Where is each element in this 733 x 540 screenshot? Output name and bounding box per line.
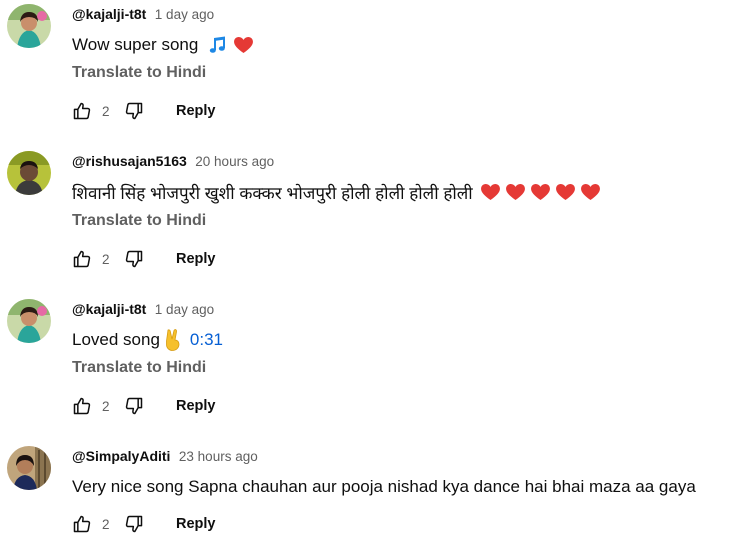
author-handle[interactable]: @SimpalyAditi xyxy=(72,448,170,464)
music-note-icon xyxy=(208,35,228,55)
like-count: 2 xyxy=(102,398,110,414)
reply-button[interactable]: Reply xyxy=(176,398,216,414)
comment-text: Very nice song Sapna chauhan aur pooja n… xyxy=(72,477,696,496)
translate-button[interactable]: Translate to Hindi xyxy=(72,212,206,230)
red-heart-icon xyxy=(505,183,525,201)
red-heart-icon xyxy=(480,183,500,201)
comment-header: @SimpalyAditi 23 hours ago xyxy=(72,448,258,466)
author-handle[interactable]: @rishusajan5163 xyxy=(72,153,187,169)
avatar[interactable] xyxy=(7,299,51,343)
translate-button[interactable]: Translate to Hindi xyxy=(72,64,206,82)
comment-text-row: Wow super song xyxy=(72,34,254,56)
red-heart-icon xyxy=(530,183,550,201)
comment-actions: 2 Reply xyxy=(72,512,216,536)
comment-time[interactable]: 23 hours ago xyxy=(179,449,258,464)
thumbs-down-icon[interactable] xyxy=(124,514,144,534)
comment-actions: 2 Reply xyxy=(72,247,216,271)
avatar[interactable] xyxy=(7,151,51,195)
thumbs-up-icon[interactable] xyxy=(72,101,92,121)
comment-text-row: Very nice song Sapna chauhan aur pooja n… xyxy=(72,476,696,498)
comment-time[interactable]: 1 day ago xyxy=(155,7,214,22)
red-heart-icon xyxy=(580,183,600,201)
comment-text: Wow super song xyxy=(72,35,199,54)
thumbs-down-icon[interactable] xyxy=(124,396,144,416)
victory-hand-icon xyxy=(164,329,182,351)
author-handle[interactable]: @kajalji-t8t xyxy=(72,301,146,317)
author-handle[interactable]: @kajalji-t8t xyxy=(72,6,146,22)
like-count: 2 xyxy=(102,251,110,267)
like-count: 2 xyxy=(102,516,110,532)
reply-button[interactable]: Reply xyxy=(176,516,216,532)
comment-actions: 2 Reply xyxy=(72,99,216,123)
comment-header: @kajalji-t8t 1 day ago xyxy=(72,301,214,319)
comment-time[interactable]: 1 day ago xyxy=(155,302,214,317)
like-count: 2 xyxy=(102,103,110,119)
comment-text: शिवानी सिंह भोजपुरी खुशी कक्कर भोजपुरी ह… xyxy=(72,183,473,203)
comment-time[interactable]: 20 hours ago xyxy=(195,154,274,169)
comment-header: @kajalji-t8t 1 day ago xyxy=(72,6,214,24)
timestamp-link[interactable]: 0:31 xyxy=(190,330,223,350)
thumbs-up-icon[interactable] xyxy=(72,249,92,269)
reply-button[interactable]: Reply xyxy=(176,251,216,267)
thumbs-down-icon[interactable] xyxy=(124,101,144,121)
translate-button[interactable]: Translate to Hindi xyxy=(72,359,206,377)
red-heart-icon xyxy=(555,183,575,201)
thumbs-up-icon[interactable] xyxy=(72,396,92,416)
comment-text: Loved song xyxy=(72,330,160,349)
red-heart-icon xyxy=(234,36,254,54)
comment-header: @rishusajan5163 20 hours ago xyxy=(72,153,274,171)
comment-actions: 2 Reply xyxy=(72,394,216,418)
thumbs-down-icon[interactable] xyxy=(124,249,144,269)
comment-text-row: शिवानी सिंह भोजपुरी खुशी कक्कर भोजपुरी ह… xyxy=(72,181,600,203)
avatar[interactable] xyxy=(7,4,51,48)
thumbs-up-icon[interactable] xyxy=(72,514,92,534)
comment-text-row: Loved song 0:31 xyxy=(72,329,223,351)
avatar[interactable] xyxy=(7,446,51,490)
reply-button[interactable]: Reply xyxy=(176,103,216,119)
